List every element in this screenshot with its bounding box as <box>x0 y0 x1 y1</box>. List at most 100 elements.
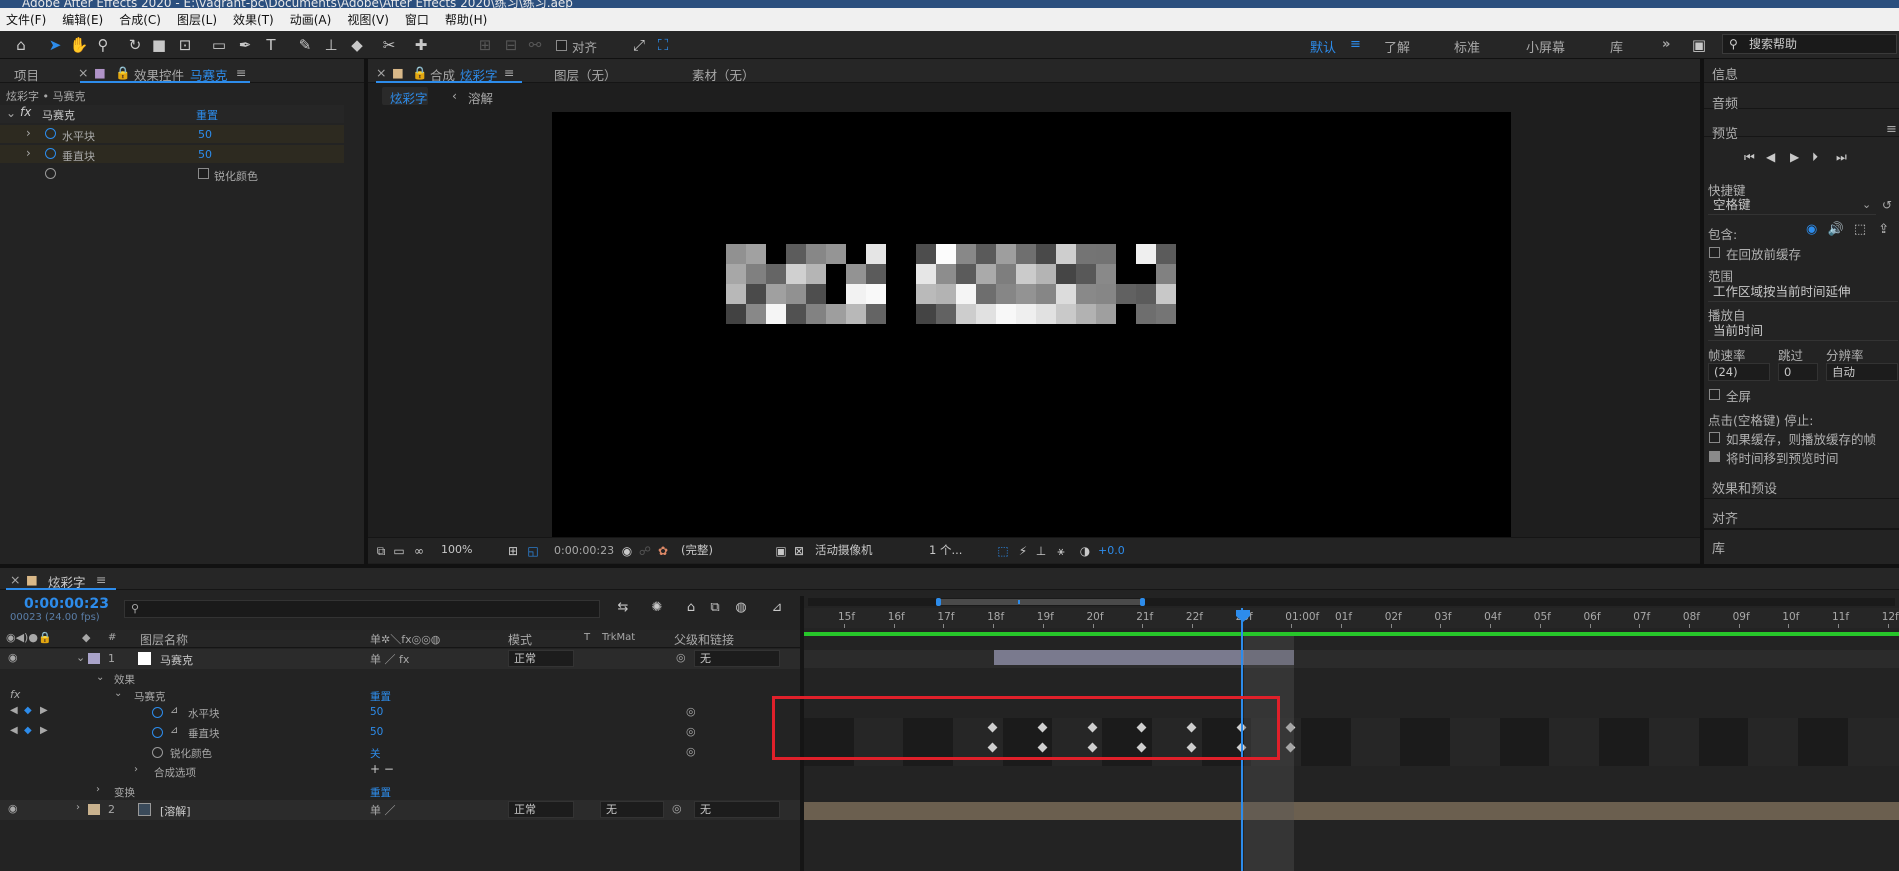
sharpen-value[interactable]: 关 <box>370 746 381 761</box>
next-frame-icon[interactable]: ⏵ <box>1812 150 1818 165</box>
video-eye-icon[interactable]: ◉ <box>1806 222 1817 237</box>
sharpen-colors-checkbox[interactable] <box>198 168 209 179</box>
framerate-dropdown[interactable]: (24) <box>1708 363 1770 381</box>
chevron-right-icon[interactable]: › <box>134 764 138 775</box>
last-frame-icon[interactable]: ⏭ <box>1836 150 1847 165</box>
work-area-bar[interactable] <box>804 632 1899 636</box>
range-dropdown[interactable]: 工作区域按当前时间延伸 <box>1708 284 1898 302</box>
snap-axis-icon[interactable]: ⤢ <box>628 35 650 55</box>
comp-options-controls[interactable]: + − <box>370 762 394 776</box>
menu-effect[interactable]: 效果(T) <box>233 11 274 28</box>
menu-file[interactable]: 文件(F) <box>6 11 46 28</box>
v-blocks-value[interactable]: 50 <box>370 726 383 738</box>
transform-reset[interactable]: 重置 <box>370 785 391 800</box>
menu-edit[interactable]: 编辑(E) <box>62 11 103 28</box>
prev-keyframe-icon[interactable]: ◀ <box>10 725 18 736</box>
rotate-tool-icon[interactable]: ↻ <box>124 35 146 55</box>
draft-3d-icon[interactable]: ✺ <box>646 598 668 618</box>
overlay-icon[interactable]: ⬚ <box>1854 222 1866 237</box>
transparency-grid-icon[interactable]: ◱ <box>522 541 544 561</box>
workspace-learn[interactable]: 了解 <box>1384 37 1410 56</box>
next-keyframe-icon[interactable]: ▶ <box>40 725 48 736</box>
exposure-value[interactable]: +0.0 <box>1098 544 1125 557</box>
keyframe-diamond-icon[interactable]: ◆ <box>24 725 32 736</box>
puppet-tool-icon[interactable]: ✚ <box>410 35 432 55</box>
prop-value-v-blocks[interactable]: 50 <box>198 148 212 161</box>
layer-label-color[interactable] <box>88 653 100 664</box>
home-icon[interactable]: ⌂ <box>10 35 32 55</box>
align-panel-title[interactable]: 对齐 <box>1712 508 1738 527</box>
snap-link-icon[interactable]: ⚯ <box>524 35 546 55</box>
chevron-right-icon[interactable]: › <box>96 784 100 795</box>
audio-speaker-icon[interactable]: 🔊 <box>1827 222 1843 237</box>
workspace-menu-icon[interactable]: ≡ <box>1350 37 1361 52</box>
align-checkbox[interactable] <box>556 40 567 51</box>
fx-icon[interactable]: fx <box>20 105 31 119</box>
graph-editor-icon[interactable]: ⊿ <box>766 598 788 618</box>
work-area-navigator[interactable] <box>938 599 1142 605</box>
export-icon[interactable]: ⇪ <box>1878 222 1889 237</box>
layer-parent-dropdown-2[interactable]: 无 <box>694 801 780 818</box>
snap-feather-icon[interactable]: ⊟ <box>500 35 522 55</box>
effect-reset-link[interactable]: 重置 <box>196 107 218 123</box>
eraser-tool-icon[interactable]: ◆ <box>346 35 368 55</box>
layer-track-1[interactable] <box>804 650 1899 668</box>
prev-frame-icon[interactable]: ◀ <box>1766 150 1775 164</box>
pick-whip-icon[interactable]: ◎ <box>686 705 696 718</box>
panel-menu-icon[interactable]: ≡ <box>96 572 106 587</box>
composition-viewer[interactable] <box>552 112 1511 537</box>
pick-whip-icon[interactable]: ◎ <box>686 745 696 758</box>
h-blocks-value[interactable]: 50 <box>370 706 383 718</box>
workspace-small-screen[interactable]: 小屏幕 <box>1526 37 1565 56</box>
time-navigator[interactable] <box>808 598 1895 606</box>
chevron-down-icon[interactable]: ⌄ <box>114 688 122 699</box>
effect-reset-timeline[interactable]: 重置 <box>370 689 391 704</box>
timeline-graph[interactable]: 15f16f17f18f19f20f21f22f23f01:00f01f02f0… <box>772 596 1899 871</box>
mask-visibility-icon[interactable]: ∞ <box>408 541 430 561</box>
stopwatch-icon[interactable] <box>45 148 56 159</box>
info-panel-title[interactable]: 信息 <box>1712 64 1738 83</box>
stopwatch-icon[interactable] <box>152 727 163 738</box>
close-icon[interactable]: × <box>78 65 88 80</box>
pick-whip-icon[interactable]: ◎ <box>686 725 696 738</box>
column-trkmat[interactable]: TrkMat <box>602 632 635 643</box>
transparency-icon[interactable]: ⊠ <box>788 541 810 561</box>
help-search-input[interactable]: ⚲ 搜索帮助 <box>1722 34 1897 54</box>
fullscreen-checkbox[interactable] <box>1709 389 1720 400</box>
keyframe-diamond-icon[interactable]: ◆ <box>24 705 32 716</box>
audio-panel-title[interactable]: 音频 <box>1712 93 1738 112</box>
reset-icon[interactable]: ↺ <box>1882 198 1892 212</box>
chevron-right-icon[interactable]: › <box>26 146 31 160</box>
menu-view[interactable]: 视图(V) <box>347 11 389 28</box>
chevron-down-icon[interactable]: ⌄ <box>76 651 85 664</box>
close-icon[interactable]: × <box>10 572 20 587</box>
chevron-right-icon[interactable]: › <box>26 126 31 140</box>
hide-shy-icon[interactable]: ⌂ <box>680 598 702 618</box>
layer-row-2[interactable]: ◉ › 2 [溶解] 单 ／ 正常 无 ◎ 无 <box>0 800 800 820</box>
layer-switches[interactable]: 单 ／ <box>370 802 396 818</box>
layer-switches[interactable]: 单 ／ fx <box>370 651 409 667</box>
cache-before-play-checkbox[interactable] <box>1709 247 1720 258</box>
roto-brush-tool-icon[interactable]: ✂ <box>378 35 400 55</box>
workspace-standard[interactable]: 标准 <box>1454 37 1480 56</box>
chevron-right-icon[interactable]: › <box>76 802 80 813</box>
breadcrumb-dissolve[interactable]: 溶解 <box>468 88 493 107</box>
zoom-dropdown[interactable]: 100% <box>436 542 498 560</box>
play-from-dropdown[interactable]: 当前时间 <box>1708 323 1898 341</box>
stopwatch-icon[interactable] <box>152 747 163 758</box>
shortcut-dropdown[interactable]: 空格键 <box>1708 197 1876 215</box>
resolution-dropdown-preview[interactable]: 自动 <box>1826 363 1898 381</box>
snap-icon[interactable]: ⊞ <box>474 35 496 55</box>
fit-icon[interactable]: ⊞ <box>502 541 524 561</box>
column-layer-name[interactable]: 图层名称 <box>140 631 188 648</box>
layer-row-1[interactable]: ◉ ⌄ 1 马赛克 单 ／ fx 正常 ◎ 无 <box>0 649 800 669</box>
stopwatch-icon[interactable] <box>45 128 56 139</box>
frame-blending-icon[interactable]: ⧉ <box>704 598 726 618</box>
prev-keyframe-icon[interactable]: ◀ <box>10 705 18 716</box>
clone-stamp-tool-icon[interactable]: ⊥ <box>320 35 342 55</box>
navigator-start-handle[interactable] <box>936 598 941 606</box>
rectangle-tool-icon[interactable]: ▭ <box>208 35 230 55</box>
chevron-down-icon[interactable]: ⌄ <box>1862 198 1871 211</box>
fx-icon[interactable]: fx <box>10 688 20 701</box>
pen-tool-icon[interactable]: ✒ <box>234 35 256 55</box>
